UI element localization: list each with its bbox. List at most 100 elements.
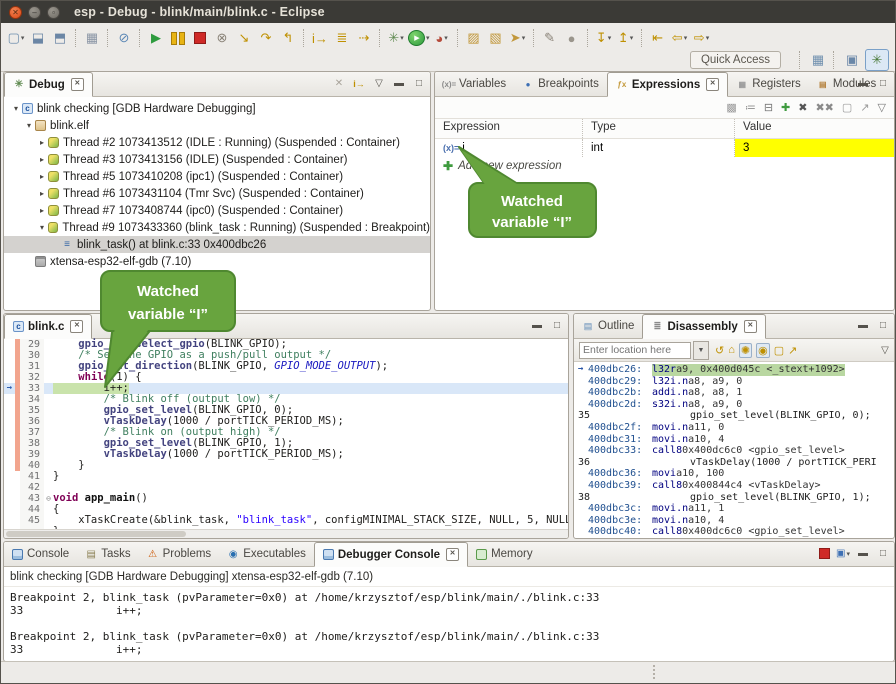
step-filters-icon[interactable]: ⇢ [353,27,375,49]
disassembly-row[interactable]: 400dbc3c:movi.na11, 1 [574,503,894,515]
line-number[interactable]: 32 [20,372,44,383]
step-over-icon[interactable]: ↷ [255,27,277,49]
maximize-view-icon[interactable]: □ [412,78,426,89]
remove-expression-icon[interactable]: ✖ [798,101,807,114]
follow-pc-icon[interactable]: ✺ [739,343,752,358]
dropdown-caret-icon[interactable]: ▾ [706,34,710,42]
close-icon[interactable]: ✕ [744,320,757,333]
column-type[interactable]: Type [583,119,735,138]
format-icon[interactable]: ✎ [539,27,561,49]
launch-icon[interactable]: ➤▾ [507,27,529,49]
disassembly-row[interactable]: 400dbc33:call80x400dc6c0 <gpio_set_level… [574,445,894,457]
line-number[interactable]: 29 [20,339,44,350]
tab-executables[interactable]: ◉Executables [219,542,314,566]
clean-icon[interactable]: ● [561,27,583,49]
disassembly-row[interactable]: 38gpio_set_level(BLINK_GPIO, 1); [574,492,894,504]
dropdown-caret-icon[interactable]: ▾ [608,34,612,42]
expand-arrow-icon[interactable]: ▾ [36,223,48,232]
disassembly-row[interactable]: 400dbc39:call80x400844c4 <vTaskDelay> [574,480,894,492]
tree-row[interactable]: ▸Thread #2 1073413512 (IDLE : Running) (… [4,134,430,151]
last-edit-icon[interactable]: ⇤ [647,27,669,49]
pin-view-icon[interactable]: ↗ [860,101,869,114]
tab-variables[interactable]: (x)=Variables [435,72,514,96]
remove-terminated-icon[interactable]: ✕ [332,78,346,89]
quick-access-button[interactable]: Quick Access [690,51,781,69]
window-minimize-button[interactable]: – [28,6,41,19]
tab-breakpoints[interactable]: ●Breakpoints [514,72,607,96]
close-icon[interactable]: ✕ [71,78,84,91]
tree-row[interactable]: ▾cblink checking [GDB Hardware Debugging… [4,100,430,117]
close-icon[interactable]: ✕ [446,548,459,561]
skip-breakpoints-icon[interactable]: ⊘ [113,27,135,49]
open-resource-icon[interactable]: ▧ [485,27,507,49]
dropdown-caret-icon[interactable]: ▾ [400,34,404,42]
line-number[interactable]: 30 [20,350,44,361]
disassembly-row[interactable]: 400dbc31:movi.na10, 4 [574,434,894,446]
code-line[interactable]: 39 vTaskDelay(1000 / portTICK_PERIOD_MS)… [4,449,568,460]
column-expression[interactable]: Expression [435,119,583,138]
line-number[interactable]: 42 [20,482,44,493]
instruction-step-mode-icon[interactable]: i→ [352,79,366,89]
resume-icon[interactable]: ▶ [145,27,167,49]
save-all-icon[interactable]: ⬒ [49,27,71,49]
minimize-view-icon[interactable]: ▬ [392,78,406,89]
line-number[interactable]: 38 [20,438,44,449]
maximize-view-icon[interactable]: □ [876,320,890,331]
tab-debugger-console[interactable]: Debugger Console✕ [314,542,468,567]
tree-row[interactable]: ▾blink.elf [4,117,430,134]
line-number[interactable]: 33 [20,383,44,394]
save-icon[interactable]: ⬓ [27,27,49,49]
dropdown-caret-icon[interactable]: ▾ [21,34,25,42]
add-expression-icon[interactable]: ✚ [781,101,790,114]
expand-arrow-icon[interactable]: ▸ [36,206,48,215]
tree-row[interactable]: ≡blink_task() at blink.c:33 0x400dbc26 [4,236,430,253]
view-menu-icon[interactable]: ▽ [878,101,886,114]
expand-arrow-icon[interactable]: ▸ [36,138,48,147]
back-icon[interactable]: ⇦▾ [669,27,691,49]
disassembly-row[interactable]: 400dbc3e:movi.na10, 4 [574,515,894,527]
terminate-console-icon[interactable] [819,548,830,559]
tree-row[interactable]: ▸Thread #7 1073408744 (ipc0) (Suspended … [4,202,430,219]
disassembly-row[interactable]: 400dbc29:l32i.na8, a9, 0 [574,376,894,388]
debug-icon[interactable]: ✳▾ [385,27,407,49]
dropdown-caret-icon[interactable]: ▾ [426,34,430,42]
line-number[interactable]: 43 [20,493,44,504]
refresh-icon[interactable]: ↺ [715,344,724,357]
open-perspective-icon[interactable]: ▦ [807,50,829,70]
step-into-icon[interactable]: ↘ [233,27,255,49]
next-annotation-icon[interactable]: ↧▾ [593,27,615,49]
view-menu-icon[interactable]: ▽ [372,78,386,89]
tab-disassembly[interactable]: ≣Disassembly✕ [642,314,765,339]
disassembly-row[interactable]: 36vTaskDelay(1000 / portTICK_PERI [574,457,894,469]
remove-all-expressions-icon[interactable]: ✖✖ [815,101,833,114]
disassembly-row[interactable]: 400dbc2f:movi.na11, 0 [574,422,894,434]
location-dropdown-icon[interactable]: ▼ [693,341,709,360]
build-icon[interactable]: ▦ [81,27,103,49]
step-return-icon[interactable]: ↰ [277,27,299,49]
close-icon[interactable]: ✕ [706,78,719,91]
line-number[interactable]: 41 [20,471,44,482]
expand-arrow-icon[interactable]: ▾ [23,121,35,130]
expand-arrow-icon[interactable]: ▸ [36,189,48,198]
location-input[interactable] [579,342,691,359]
sash-handle[interactable] [653,665,656,681]
line-number[interactable]: 39 [20,449,44,460]
terminate-icon[interactable] [189,27,211,49]
maximize-view-icon[interactable]: □ [550,320,564,331]
line-number[interactable]: 40 [20,460,44,471]
minimize-view-icon[interactable]: ▬ [856,548,870,559]
pin-view-icon[interactable]: ↗ [788,344,797,357]
minimize-view-icon[interactable]: ▬ [856,78,870,89]
disassembly-row[interactable]: 400dbc40:call80x400dc6c0 <gpio_set_level… [574,526,894,538]
expand-arrow-icon[interactable]: ▸ [36,172,48,181]
dropdown-caret-icon[interactable]: ▾ [684,34,688,42]
instruction-stepping-icon[interactable]: i→ [309,27,331,49]
line-number[interactable]: 36 [20,416,44,427]
dropdown-caret-icon[interactable]: ▾ [444,34,448,42]
tab-console[interactable]: Console [4,542,77,566]
column-value[interactable]: Value [735,119,894,138]
disassembly-row[interactable]: 35gpio_set_level(BLINK_GPIO, 0); [574,410,894,422]
cpp-perspective-icon[interactable]: ▣ [841,50,863,70]
tree-row[interactable]: ▸Thread #6 1073431104 (Tmr Svc) (Suspend… [4,185,430,202]
dropdown-caret-icon[interactable]: ▾ [522,34,526,42]
